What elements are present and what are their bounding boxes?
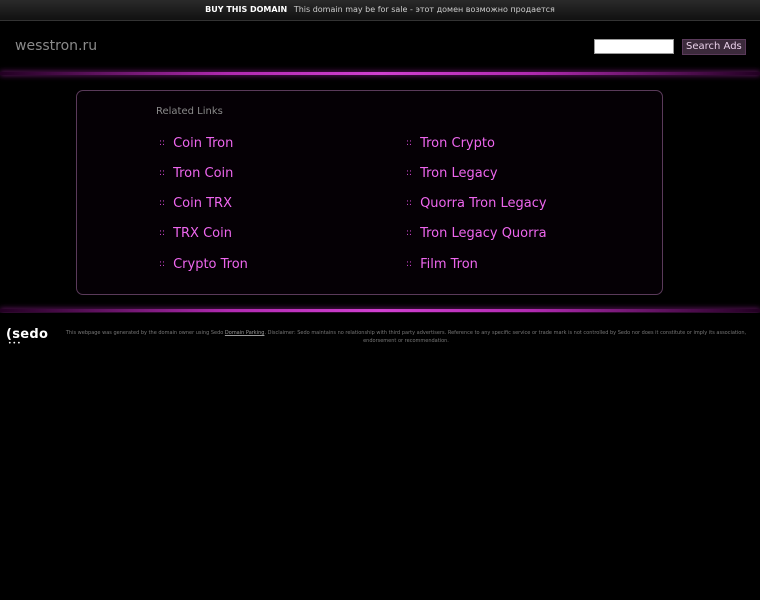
sale-message: This domain may be for sale - этот домен…	[293, 5, 555, 14]
footer-divider	[0, 309, 760, 312]
bullet-icon: ::	[406, 138, 413, 148]
link-label: Crypto Tron	[173, 257, 248, 272]
bullet-icon: ::	[406, 198, 413, 208]
bullet-icon: ::	[406, 168, 413, 178]
link-label: Tron Coin	[173, 166, 234, 181]
related-links-title: Related Links	[156, 106, 223, 117]
link-label: Film Tron	[420, 257, 478, 272]
link-label: Quorra Tron Legacy	[420, 196, 547, 211]
link-label: TRX Coin	[173, 226, 232, 241]
bullet-icon: ::	[159, 259, 166, 269]
bullet-icon: ::	[159, 138, 166, 148]
related-links-panel: Related Links :: Coin Tron :: Tron Coin ::…	[76, 90, 663, 295]
bullet-icon: ::	[406, 259, 413, 269]
domain-parking-link[interactable]: Domain Parking	[225, 330, 265, 336]
bullet-icon: ::	[159, 198, 166, 208]
link-trx-coin[interactable]: :: TRX Coin	[159, 224, 232, 242]
sedo-dots-icon: •••	[8, 340, 22, 347]
link-film-tron[interactable]: :: Film Tron	[406, 255, 478, 273]
site-header: wesstron.ru Search Ads	[0, 21, 760, 73]
search-ads-button[interactable]: Search Ads	[682, 39, 746, 55]
bullet-icon: ::	[406, 228, 413, 238]
link-crypto-tron[interactable]: :: Crypto Tron	[159, 255, 248, 273]
link-tron-legacy[interactable]: :: Tron Legacy	[406, 164, 498, 182]
domain-title: wesstron.ru	[15, 38, 98, 54]
bullet-icon: ::	[159, 168, 166, 178]
link-coin-trx[interactable]: :: Coin TRX	[159, 194, 232, 212]
link-label: Tron Legacy	[420, 166, 498, 181]
link-label: Coin Tron	[173, 136, 234, 151]
link-label: Tron Legacy Quorra	[420, 226, 547, 241]
disclaimer-pre: This webpage was generated by the domain…	[65, 330, 224, 336]
disclaimer-text: This webpage was generated by the domain…	[56, 329, 756, 345]
link-quorra-tron-legacy[interactable]: :: Quorra Tron Legacy	[406, 194, 547, 212]
disclaimer-post: . Disclaimer: Sedo maintains no relation…	[264, 330, 747, 344]
domain-sale-banner[interactable]: BUY THIS DOMAIN This domain may be for s…	[0, 0, 760, 21]
site-footer: (sedo ••• This webpage was generated by …	[0, 313, 760, 353]
link-tron-coin[interactable]: :: Tron Coin	[159, 164, 233, 182]
link-coin-tron[interactable]: :: Coin Tron	[159, 134, 233, 152]
search-input[interactable]	[594, 39, 674, 54]
buy-domain-link[interactable]: BUY THIS DOMAIN	[205, 5, 287, 14]
bullet-icon: ::	[159, 228, 166, 238]
link-label: Coin TRX	[173, 196, 232, 211]
header-divider	[0, 72, 760, 75]
link-tron-crypto[interactable]: :: Tron Crypto	[406, 134, 495, 152]
link-tron-legacy-quorra[interactable]: :: Tron Legacy Quorra	[406, 224, 547, 242]
link-label: Tron Crypto	[420, 136, 495, 151]
